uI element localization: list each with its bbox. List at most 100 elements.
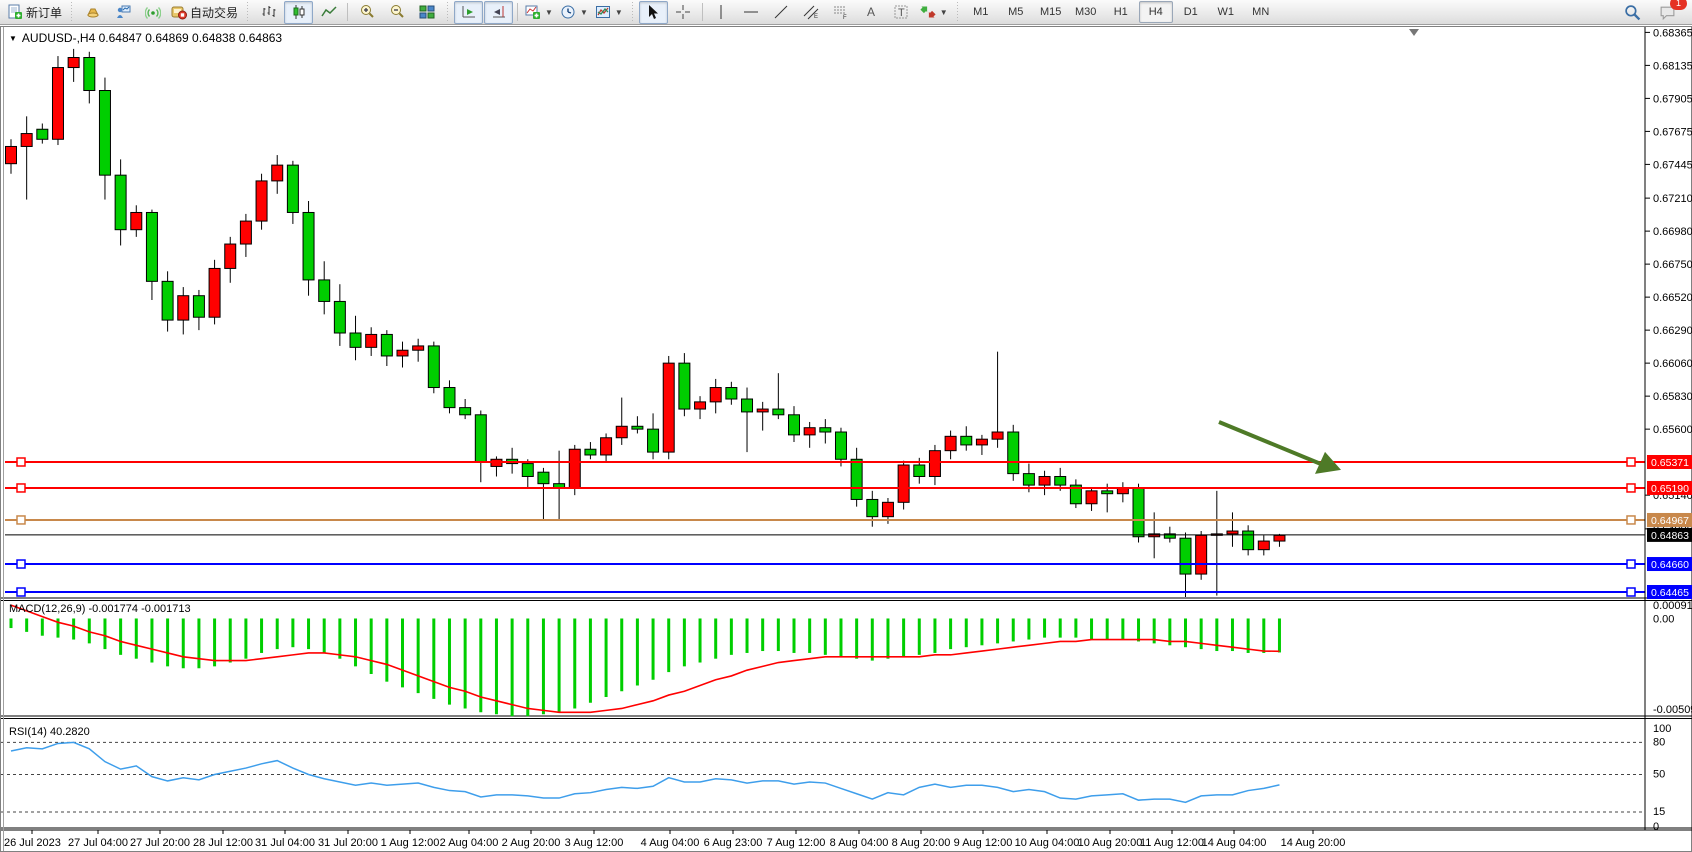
line-drag-handle[interactable]: [1627, 588, 1635, 596]
auto-scroll-icon: [461, 4, 477, 20]
price-tick-label: 0.66520: [1653, 292, 1692, 304]
auto-scroll-button[interactable]: [454, 1, 483, 24]
line-drag-handle[interactable]: [1627, 458, 1635, 466]
candle-body: [178, 296, 189, 320]
candle-body: [1039, 476, 1050, 485]
timeframe-button-m5[interactable]: M5: [999, 1, 1033, 23]
notification-badge: 1: [1670, 0, 1687, 10]
time-tick-label[interactable]: 31 Jul 20:00: [318, 837, 378, 849]
trendline-icon: [773, 4, 789, 20]
autotrading-button[interactable]: 自动交易: [168, 1, 241, 24]
notifications-button[interactable]: 1: [1653, 1, 1682, 24]
time-tick-label[interactable]: 1 Aug 12:00: [381, 837, 440, 849]
text-label-button[interactable]: T: [887, 1, 916, 24]
candle-body: [1258, 541, 1269, 550]
new-order-button[interactable]: 新订单: [4, 1, 65, 24]
price-tick-label: 0.66060: [1653, 358, 1692, 370]
time-tick-label[interactable]: 6 Aug 23:00: [704, 837, 763, 849]
timeframe-button-m1[interactable]: M1: [964, 1, 998, 23]
time-tick-label[interactable]: 10 Aug 20:00: [1078, 837, 1143, 849]
fibonacci-button[interactable]: F: [827, 1, 856, 24]
macd-scale-label: 0.000913: [1653, 600, 1692, 612]
candle-body: [68, 58, 79, 68]
bar-chart-button[interactable]: [254, 1, 283, 24]
line-chart-button[interactable]: [314, 1, 343, 24]
time-tick-label[interactable]: 2 Aug 04:00: [440, 837, 499, 849]
line-drag-handle[interactable]: [17, 516, 25, 524]
hline-price-tag-label: 0.64465: [1651, 587, 1689, 599]
line-drag-handle[interactable]: [17, 484, 25, 492]
gold-quotes-button[interactable]: [78, 1, 107, 24]
candle-body: [1227, 531, 1238, 534]
time-tick-label[interactable]: 3 Aug 12:00: [565, 837, 624, 849]
horizontal-line-button[interactable]: [737, 1, 766, 24]
candle-body: [835, 432, 846, 459]
line-drag-handle[interactable]: [17, 458, 25, 466]
candle-body: [99, 91, 110, 176]
signals-button[interactable]: [138, 1, 167, 24]
price-tick-label: 0.65830: [1653, 391, 1692, 403]
hline-price-tag-label: 0.65190: [1651, 483, 1689, 495]
templates-button[interactable]: ▼: [592, 1, 626, 24]
equidistant-channel-button[interactable]: E: [797, 1, 826, 24]
zoom-in-button[interactable]: [352, 1, 381, 24]
time-tick-label[interactable]: 11 Aug 12:00: [1140, 837, 1204, 849]
indicators-button[interactable]: ▼: [522, 1, 556, 24]
trendline-button[interactable]: [767, 1, 796, 24]
candle-body: [209, 268, 220, 317]
strategy-tester-button[interactable]: [108, 1, 137, 24]
timeframe-button-d1[interactable]: D1: [1174, 1, 1208, 23]
chart-title: ▼ AUDUSD-,H4 0.64847 0.64869 0.64838 0.6…: [9, 31, 282, 45]
candle-body: [350, 333, 361, 347]
candlestick-chart-button[interactable]: [284, 1, 313, 24]
candle-body: [428, 346, 439, 388]
time-tick-label[interactable]: 8 Aug 20:00: [892, 837, 951, 849]
rsi-line: [11, 742, 1279, 802]
candle-body: [1086, 491, 1097, 504]
time-tick-label[interactable]: 27 Jul 04:00: [68, 837, 128, 849]
candle-body: [522, 464, 533, 477]
chart-shift-marker[interactable]: [1409, 29, 1419, 36]
timeframe-button-h4[interactable]: H4: [1139, 1, 1173, 23]
timeframe-button-m15[interactable]: M15: [1034, 1, 1068, 23]
time-tick-label[interactable]: 8 Aug 04:00: [830, 837, 889, 849]
time-tick-label[interactable]: 7 Aug 12:00: [767, 837, 826, 849]
line-drag-handle[interactable]: [17, 560, 25, 568]
timeframe-button-m30[interactable]: M30: [1069, 1, 1103, 23]
time-tick-label[interactable]: 28 Jul 12:00: [193, 837, 253, 849]
time-tick-label[interactable]: 31 Jul 04:00: [255, 837, 315, 849]
crosshair-button[interactable]: [669, 1, 698, 24]
time-tick-label[interactable]: 27 Jul 20:00: [130, 837, 190, 849]
time-tick-label[interactable]: 14 Aug 20:00: [1281, 837, 1346, 849]
rsi-scale-label: 80: [1653, 736, 1665, 748]
horizontal-line-icon: [743, 4, 759, 20]
new-order-icon: [7, 4, 23, 20]
timeframe-button-w1[interactable]: W1: [1209, 1, 1243, 23]
trend-arrow-annotation[interactable]: [1219, 422, 1323, 465]
time-tick-label[interactable]: 4 Aug 04:00: [641, 837, 700, 849]
timeframe-button-h1[interactable]: H1: [1104, 1, 1138, 23]
zoom-out-button[interactable]: [382, 1, 411, 24]
new-order-label: 新订单: [26, 4, 62, 21]
candle-body: [131, 212, 142, 229]
line-drag-handle[interactable]: [1627, 516, 1635, 524]
timeframe-button-mn[interactable]: MN: [1244, 1, 1278, 23]
time-tick-label[interactable]: 2 Aug 20:00: [502, 837, 561, 849]
time-tick-label[interactable]: 10 Aug 04:00: [1015, 837, 1080, 849]
line-drag-handle[interactable]: [1627, 560, 1635, 568]
cursor-button[interactable]: [639, 1, 668, 24]
time-tick-label[interactable]: 9 Aug 12:00: [954, 837, 1013, 849]
arrows-tool-button[interactable]: ▼: [917, 1, 951, 24]
line-drag-handle[interactable]: [17, 588, 25, 596]
tile-windows-button[interactable]: [412, 1, 441, 24]
search-button[interactable]: [1618, 1, 1647, 24]
text-button[interactable]: A: [857, 1, 886, 24]
periods-button[interactable]: ▼: [557, 1, 591, 24]
rsi-scale-label: 50: [1653, 769, 1665, 781]
line-drag-handle[interactable]: [1627, 484, 1635, 492]
vertical-line-button[interactable]: [707, 1, 736, 24]
time-tick-label[interactable]: 26 Jul 2023: [4, 837, 61, 849]
chart-canvas[interactable]: 0.683650.681350.679050.676750.674450.672…: [1, 27, 1692, 852]
time-tick-label[interactable]: 14 Aug 04:00: [1202, 837, 1267, 849]
chart-shift-button[interactable]: [484, 1, 513, 24]
